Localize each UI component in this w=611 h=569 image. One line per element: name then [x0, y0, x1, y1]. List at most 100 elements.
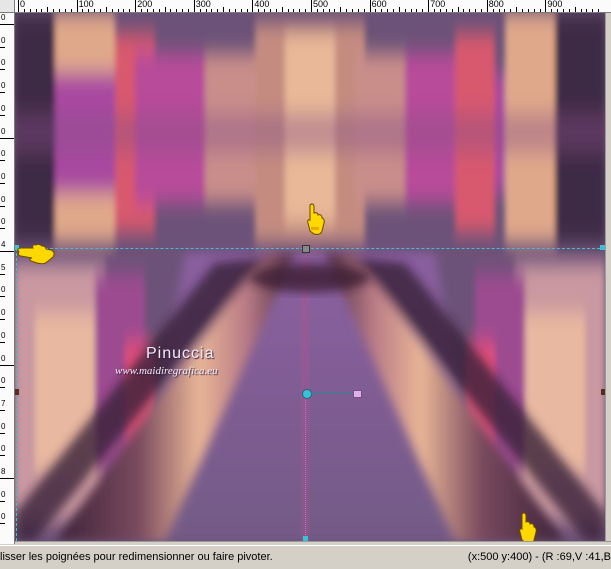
ruler-left-tick: [0, 341, 5, 343]
ruler-minor-tick: [211, 9, 213, 12]
top-center-handle[interactable]: [302, 245, 310, 253]
ruler-minor-tick: [375, 9, 377, 12]
ruler-left-tick: [0, 478, 14, 479]
ruler-left-tick: [0, 387, 5, 389]
ruler-left-label: 0: [1, 126, 6, 136]
ruler-top-label: 500: [313, 0, 329, 9]
ruler-major-tick: [369, 0, 371, 12]
ruler-major-tick: [193, 0, 195, 12]
ruler-minor-tick: [457, 7, 459, 12]
ruler-minor-tick: [141, 9, 143, 12]
ruler-minor-tick: [176, 9, 178, 12]
ruler-minor-tick: [117, 9, 119, 12]
ruler-left-label: 0: [1, 35, 6, 45]
ruler-minor-tick: [381, 9, 383, 12]
pivot-handle[interactable]: [302, 389, 312, 399]
ruler-minor-tick: [410, 9, 412, 12]
ruler-minor-tick: [105, 7, 107, 12]
ruler-minor-tick: [586, 9, 588, 12]
left-middle-handle[interactable]: [15, 389, 19, 395]
ruler-minor-tick: [234, 9, 236, 12]
ruler-minor-tick: [281, 7, 283, 12]
ruler-minor-tick: [258, 9, 260, 12]
ruler-left-label: 0: [1, 58, 6, 68]
ruler-minor-tick: [287, 9, 289, 12]
ruler-minor-tick: [305, 9, 307, 12]
ruler-left-tick: [0, 500, 5, 502]
ruler-left-label: 0: [1, 81, 6, 91]
ruler-minor-tick: [35, 9, 37, 12]
ruler-minor-tick: [334, 9, 336, 12]
ruler-major-tick: [135, 0, 137, 12]
ruler-left-tick: [0, 432, 5, 434]
ruler-minor-tick: [598, 9, 600, 12]
vertical-scrollbar[interactable]: [605, 13, 611, 544]
ruler-minor-tick: [170, 9, 172, 12]
status-bar: lisser les poignées pour redimensionner …: [0, 545, 611, 569]
ruler-left-label: 0: [1, 194, 6, 204]
ruler-minor-tick: [592, 9, 594, 12]
ruler-left-tick: [0, 69, 5, 71]
ruler-left-label: 0: [1, 103, 6, 113]
ruler-minor-tick: [41, 9, 43, 12]
ruler-left-label: 0: [1, 330, 6, 340]
ruler-top-label: 200: [137, 0, 153, 9]
ruler-corner: [0, 0, 15, 13]
image-canvas[interactable]: Pinuccia www.maidiregrafica.eu: [15, 13, 605, 541]
ruler-minor-tick: [568, 9, 570, 12]
ruler-minor-tick: [182, 9, 184, 12]
ruler-left-tick: [0, 273, 5, 275]
ruler-minor-tick: [64, 9, 66, 12]
ruler-left-label: 0: [1, 13, 6, 22]
ruler-minor-tick: [475, 9, 477, 12]
pointing-hand-icon-top: [307, 203, 325, 235]
ruler-major-tick: [252, 0, 254, 12]
ruler-minor-tick: [422, 9, 424, 12]
ruler-left-tick: [0, 46, 5, 48]
ruler-minor-tick: [480, 9, 482, 12]
ruler-minor-tick: [322, 9, 324, 12]
ruler-minor-tick: [445, 9, 447, 12]
ruler-minor-tick: [164, 7, 166, 12]
ruler-minor-tick: [299, 9, 301, 12]
ruler-minor-tick: [199, 9, 201, 12]
ruler-left-label: 0: [1, 376, 6, 386]
watermark-url: www.maidiregrafica.eu: [115, 365, 218, 377]
ruler-left-tick: [0, 228, 5, 230]
ruler-minor-tick: [158, 9, 160, 12]
ruler-left-tick: [0, 182, 5, 184]
ruler-minor-tick: [416, 9, 418, 12]
ruler-left-tick: [0, 24, 14, 25]
ruler-left-label: 0: [1, 308, 6, 318]
ruler-left-tick: [0, 364, 14, 366]
ruler-top-label: 300: [195, 0, 211, 9]
ruler-minor-tick: [275, 9, 277, 12]
ruler-minor-tick: [510, 9, 512, 12]
ruler-minor-tick: [123, 9, 125, 12]
ruler-minor-tick: [70, 9, 72, 12]
status-hint: lisser les poignées pour redimensionner …: [0, 551, 273, 563]
ruler-top-label: 800: [488, 0, 504, 9]
ruler-major-tick: [311, 0, 312, 12]
ruler-left-tick: [0, 205, 5, 207]
rotation-handle[interactable]: [353, 390, 362, 398]
ruler-minor-tick: [352, 9, 354, 12]
horizontal-guide[interactable]: [15, 248, 605, 249]
vertical-guide-center[interactable]: [305, 393, 306, 541]
ruler-minor-tick: [47, 7, 49, 12]
vertical-ruler: 0 0 0 0 0 0 0 0 0 0 4 5 0 0 0 0 0 7 0 0 8 0 0: [0, 12, 15, 544]
ruler-left-tick: [0, 92, 5, 94]
status-coordinates: (x:500 y:400) - (R :69,V :41,B: [467, 551, 611, 563]
ruler-minor-tick: [469, 9, 471, 12]
ruler-minor-tick: [504, 9, 506, 12]
ruler-left-label: 4: [1, 240, 6, 249]
ruler-left-tick: [0, 160, 5, 162]
ruler-left-label: 5: [1, 262, 6, 272]
ruler-minor-tick: [551, 9, 553, 12]
ruler-minor-tick: [264, 9, 266, 12]
rotation-arm: [311, 393, 353, 394]
ruler-minor-tick: [88, 9, 90, 12]
ruler-minor-tick: [562, 9, 564, 12]
ruler-minor-tick: [463, 9, 465, 12]
ruler-minor-tick: [111, 9, 113, 12]
